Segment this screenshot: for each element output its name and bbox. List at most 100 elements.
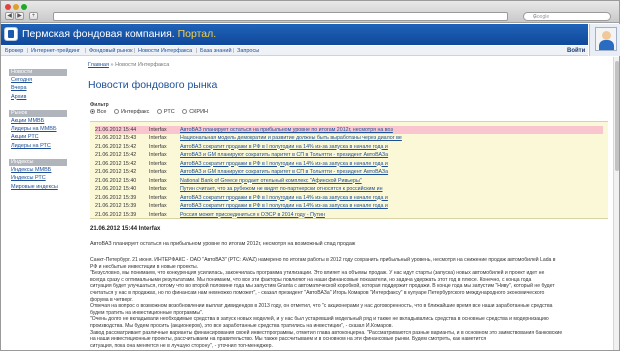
close-window-icon[interactable] [5, 4, 11, 10]
article-paragraph: РФ и несбытые инвестиции в новые проекты… [90, 263, 199, 270]
news-title-link[interactable]: АвтоВАЗ и GM планируют сократить паритет… [180, 168, 388, 176]
breadcrumb-separator: » [110, 62, 114, 68]
nav-knowledge-base[interactable]: База знаний [200, 48, 232, 54]
news-row[interactable]: 21.06.2012 15:42 Interfax АвтоВАЗ сократит… [95, 160, 603, 168]
minimize-window-icon[interactable] [13, 4, 19, 10]
plus-icon: + [31, 13, 36, 19]
logo-icon[interactable] [4, 27, 18, 41]
sidebar-item-rts-shares[interactable]: Акции РТС [9, 133, 69, 141]
site-title-accent: Портал. [177, 28, 217, 40]
article-date-line: 21.06.2012 15:44 Interfax [90, 226, 161, 232]
news-row[interactable]: 21.06.2012 15:40 Interfax Путин считает, ч… [95, 185, 603, 193]
site-title: Пермская фондовая компания. Портал. [22, 28, 216, 40]
sidebar-item-world-indices[interactable]: Мировые индексы [9, 183, 69, 191]
article-paragraph: будем тратить на инвестиционные программ… [90, 309, 204, 316]
filter-option-label: Все [97, 109, 107, 115]
article-paragraph: "Безусловно, мы понимаем, что конкуренци… [90, 270, 545, 277]
nav-internet-trading[interactable]: Интернет-трейдинг [31, 48, 80, 54]
news-source: Interfax [149, 186, 167, 192]
filter-option-label: РТС [163, 109, 175, 115]
sidebar-item-micex-indices[interactable]: Индексы ММВБ [9, 166, 69, 174]
news-source: Interfax [149, 194, 167, 201]
filter-option-skrin[interactable]: СКРИН [182, 109, 208, 115]
news-source: Interfax [149, 152, 167, 158]
news-title-link[interactable]: National Bank of Greece продает отельный… [180, 177, 362, 185]
news-title-link[interactable]: АвтоВАЗ и GM планируют сократить паритет… [180, 151, 388, 159]
news-date: 21.06.2012 15:40 [95, 186, 137, 192]
sidebar-item-yesterday[interactable]: Вчера [9, 84, 69, 92]
nav-separator: | [233, 48, 235, 54]
new-tab-button[interactable]: + [29, 12, 38, 20]
breadcrumb-home[interactable]: Главная [88, 62, 109, 68]
news-row[interactable]: 21.06.2012 15:39 Interfax АвтоВАЗ сократит… [95, 194, 603, 202]
news-row[interactable]: 21.06.2012 15:40 Interfax National Bank of… [95, 177, 603, 185]
avatar[interactable] [595, 27, 617, 51]
news-date: 21.06.2012 15:42 [95, 143, 137, 150]
search-input[interactable]: ⚲ Google [523, 12, 611, 21]
browser-window: ◀ ▶ + ⚲ Google Пермская фондовая компани… [0, 0, 620, 351]
avatar-body [599, 40, 614, 50]
nav-requests[interactable]: Запросы [237, 48, 259, 54]
news-title-link[interactable]: Национальная модель демократии и развити… [180, 134, 402, 142]
browser-toolbar: ◀ ▶ + ⚲ Google [1, 1, 619, 23]
sidebar-item-micex-leaders[interactable]: Лидеры на ММВБ [9, 125, 69, 133]
article-paragraph: Санкт-Петербург. 21 июня. ИНТЕРФАКС - ОА… [90, 257, 556, 263]
sidebar-item-archive[interactable]: Архив [9, 93, 69, 101]
filter-options: Все Интерфакс РТС СКРИН [90, 109, 214, 115]
radio-icon[interactable] [114, 109, 120, 114]
article-lead: АвтоВАЗ планирует остаться на прибыльном… [90, 241, 356, 247]
nav-broker[interactable]: Брокер [5, 48, 23, 54]
forward-button[interactable]: ▶ [15, 12, 24, 20]
scrollbar-thumb[interactable] [615, 61, 619, 171]
news-row[interactable]: 21.06.2012 15:39 Interfax Россия может при… [95, 211, 603, 219]
breadcrumb-current: Новости Интерфакса [115, 62, 170, 68]
radio-icon[interactable] [156, 109, 162, 114]
site-banner: Пермская фондовая компания. Портал. [1, 24, 588, 45]
sidebar-item-rts-indices[interactable]: Индексы РТС [9, 174, 69, 182]
sidebar-item-rts-leaders[interactable]: Лидеры на РТС [9, 142, 69, 150]
news-date: 21.06.2012 15:44 [95, 127, 137, 133]
news-title-link[interactable]: АвтоВАЗ сократит продажи в РФ в I полуго… [180, 143, 388, 151]
article-paragraph: ситуация, пока она меняется не в лучшую … [90, 342, 273, 349]
news-row[interactable]: 21.06.2012 15:42 Interfax АвтоВАЗ и GM пла… [95, 168, 603, 176]
nav-separator: | [85, 48, 87, 54]
news-row[interactable]: 21.06.2012 15:44 Interfax АвтоВАЗ планируе… [95, 126, 603, 134]
back-button[interactable]: ◀ [5, 12, 14, 20]
news-row[interactable]: 21.06.2012 15:43 Interfax Национальная мод… [95, 134, 603, 142]
news-row[interactable]: 21.06.2012 15:42 Interfax АвтоВАЗ и GM пла… [95, 151, 603, 159]
news-title-link[interactable]: АвтоВАЗ сократит продажи в РФ в I полуго… [180, 202, 388, 210]
nav-interfax-news[interactable]: Новости Интерфакса [138, 48, 192, 54]
maximize-window-icon[interactable] [21, 4, 27, 10]
filter-option-label: СКРИН [189, 109, 208, 115]
radio-icon[interactable] [182, 109, 188, 114]
news-date: 21.06.2012 15:43 [95, 135, 137, 141]
article-paragraph: считаться у нас в продажах, но по финанс… [90, 289, 545, 296]
news-date: 21.06.2012 15:40 [95, 177, 137, 184]
filter-option-label: Интерфакс [121, 109, 150, 115]
news-row[interactable]: 21.06.2012 15:39 Interfax АвтоВАЗ сократит… [95, 202, 603, 210]
news-title-link[interactable]: АвтоВАЗ планирует остаться на прибыльном… [180, 126, 393, 134]
article-paragraph: "Очень долго не вкладывали необходимые с… [90, 316, 549, 323]
radio-icon[interactable] [90, 109, 95, 114]
news-source: Interfax [149, 203, 167, 209]
sidebar-item-micex-shares[interactable]: Акции ММВБ [9, 117, 69, 125]
news-title-link[interactable]: Путин считает, что за рубежом не видят п… [180, 185, 383, 193]
avatar-head [602, 31, 611, 40]
filter-option-rts[interactable]: РТС [156, 109, 175, 115]
news-title-link[interactable]: АвтоВАЗ сократит продажи в РФ в I полуго… [180, 160, 388, 168]
article-paragraph: Завод рассматривает различные варианты ф… [90, 329, 563, 336]
news-row[interactable]: 21.06.2012 15:42 Interfax АвтоВАЗ сократит… [95, 143, 603, 151]
filter-option-interfax[interactable]: Интерфакс [114, 109, 149, 115]
filter-option-all[interactable]: Все [90, 109, 106, 115]
news-title-link[interactable]: АвтоВАЗ сократит продажи в РФ в I полуго… [180, 194, 388, 202]
top-navigation: Брокер | Интернет-трейдинг | Фондовый ры… [1, 46, 588, 56]
article-paragraph: форума в четверг. [90, 296, 133, 303]
nav-stock-market[interactable]: Фондовый рынок [89, 48, 133, 54]
news-title-link[interactable]: Россия может присоединиться к ОЭСР в 201… [180, 211, 325, 219]
article-body: Санкт-Петербург. 21 июня. ИНТЕРФАКС - ОА… [90, 257, 608, 349]
login-button[interactable]: Войти [567, 48, 585, 54]
sidebar-item-today[interactable]: Сегодня [9, 76, 69, 84]
address-bar[interactable] [53, 12, 508, 21]
search-placeholder: Google [533, 14, 550, 20]
vertical-scrollbar[interactable] [613, 57, 619, 350]
